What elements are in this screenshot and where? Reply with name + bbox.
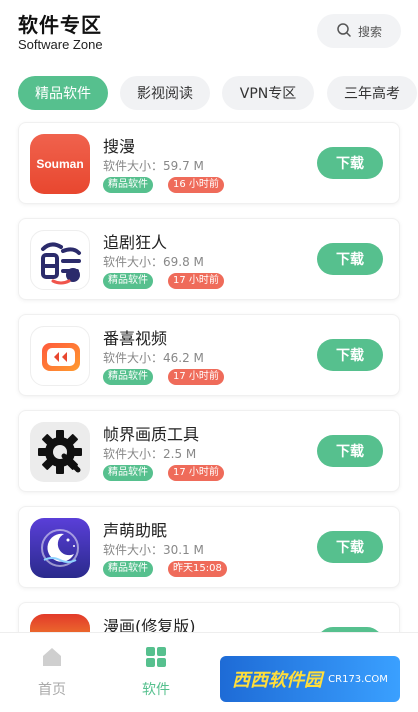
- tab-premium-software[interactable]: 精品软件: [18, 76, 108, 110]
- moon-sleep-icon: [30, 518, 90, 578]
- apps-grid-icon: [144, 645, 168, 673]
- download-button[interactable]: 下载: [317, 243, 383, 275]
- app-name: 声萌助眠: [103, 521, 168, 540]
- app-name: 追剧狂人: [103, 233, 168, 252]
- nav-item-home[interactable]: 首页: [17, 645, 87, 699]
- app-card[interactable]: 声萌助眠 软件大小：30.1 M 精品软件 昨天15:08 下载: [18, 506, 400, 588]
- nav-item-software[interactable]: 软件: [121, 645, 191, 699]
- search-label: 搜索: [357, 24, 382, 39]
- download-button[interactable]: 下载: [317, 147, 383, 179]
- app-size: 软件大小：59.7 M: [103, 159, 204, 173]
- home-icon: [40, 645, 64, 673]
- nav-label-software: 软件: [142, 682, 170, 698]
- app-name: 番喜视频: [103, 329, 168, 348]
- time-badge: 17 小时前: [168, 465, 224, 481]
- app-name: 搜漫: [103, 137, 136, 156]
- app-card[interactable]: 番喜视频 软件大小：46.2 M 精品软件 17 小时前 下载: [18, 314, 400, 396]
- tab-video-reading[interactable]: 影视阅读: [120, 76, 210, 110]
- app-size: 软件大小：46.2 M: [103, 351, 204, 365]
- app-name: 帧界画质工具: [103, 425, 200, 444]
- nav-label-home: 首页: [38, 682, 66, 698]
- category-badge: 精品软件: [103, 465, 153, 481]
- page-title: 软件专区: [18, 13, 102, 37]
- category-badge: 精品软件: [103, 177, 153, 193]
- category-badge: 精品软件: [103, 273, 153, 289]
- app-size: 软件大小：2.5 M: [103, 447, 197, 461]
- download-button[interactable]: 下载: [317, 339, 383, 371]
- download-button[interactable]: 下载: [317, 435, 383, 467]
- time-badge: 17 小时前: [168, 273, 224, 289]
- software-zone-page: 软件专区 Software Zone 搜索 精品软件 影视阅读 VPN专区 三年…: [0, 0, 418, 712]
- app-card[interactable]: 帧界画质工具 软件大小：2.5 M 精品软件 17 小时前 下载: [18, 410, 400, 492]
- fanxi-video-icon: [30, 326, 90, 386]
- gear-icon: [30, 422, 90, 482]
- header: 软件专区 Software Zone 搜索: [0, 0, 418, 66]
- time-badge: 16 小时前: [168, 177, 224, 193]
- page-subtitle: Software Zone: [18, 37, 103, 52]
- tab-three-year-exam[interactable]: 三年高考: [327, 76, 417, 110]
- app-card[interactable]: 追剧狂人 软件大小：69.8 M 精品软件 17 小时前 下载: [18, 218, 400, 300]
- souman-icon: Souman: [30, 134, 90, 194]
- tab-vpn-zone[interactable]: VPN专区: [222, 76, 314, 110]
- search-icon: [336, 22, 352, 41]
- category-tabs: 精品软件 影视阅读 VPN专区 三年高考: [0, 76, 418, 114]
- app-card[interactable]: Souman 搜漫 软件大小：59.7 M 精品软件 16 小时前 下载: [18, 122, 400, 204]
- app-size: 软件大小：30.1 M: [103, 543, 204, 557]
- site-watermark: 西西软件园 CR173.COM: [220, 656, 400, 702]
- search-button[interactable]: 搜索: [317, 14, 401, 48]
- download-button[interactable]: 下载: [317, 531, 383, 563]
- time-badge: 17 小时前: [168, 369, 224, 385]
- app-size: 软件大小：69.8 M: [103, 255, 204, 269]
- watermark-main: 西西软件园: [232, 670, 323, 691]
- drama-fan-icon: [30, 230, 90, 290]
- category-badge: 精品软件: [103, 369, 153, 385]
- time-badge: 昨天15:08: [168, 561, 227, 577]
- category-badge: 精品软件: [103, 561, 153, 577]
- souman-icon-text: Souman: [36, 157, 84, 171]
- watermark-sub: CR173.COM: [328, 673, 388, 685]
